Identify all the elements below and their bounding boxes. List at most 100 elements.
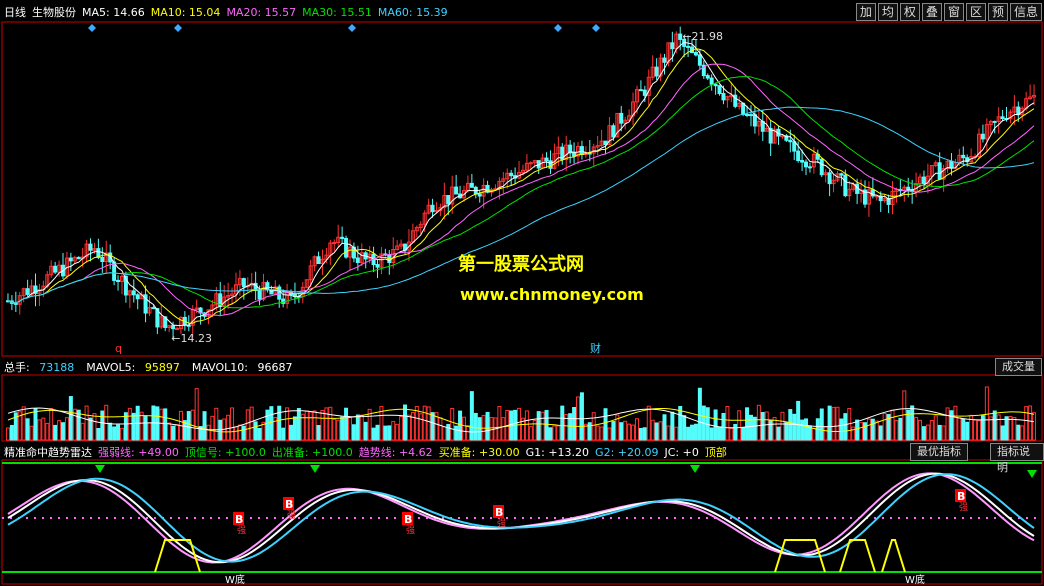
volume-bar	[186, 411, 191, 441]
volume-bar	[72, 408, 77, 441]
volume-bar	[745, 407, 750, 441]
candle-body	[175, 328, 180, 331]
ma-legend-item: MA60: 15.39	[377, 5, 448, 19]
volume-bar	[992, 410, 997, 441]
volume-bar	[249, 406, 254, 441]
volume-bar	[721, 412, 726, 441]
volume-bar	[84, 405, 89, 441]
candle-body	[686, 45, 691, 48]
ma-legend-item: MA20: 15.57	[226, 5, 297, 19]
candle-body	[638, 89, 643, 92]
volume-bar	[347, 417, 352, 441]
volume-bar	[45, 422, 50, 441]
candle-body	[446, 195, 451, 205]
q-marker: q	[115, 342, 122, 355]
volume-bar	[595, 425, 600, 441]
toolbar-button[interactable]: 窗	[943, 3, 964, 21]
candle-body	[717, 85, 722, 95]
candle-body	[151, 307, 156, 310]
volume-bar	[638, 427, 643, 441]
candle-body	[693, 52, 698, 56]
buy-marker: B	[495, 506, 503, 519]
toolbar-button[interactable]: 加	[855, 3, 876, 21]
volume-bar	[477, 417, 482, 441]
volume-bar	[658, 421, 663, 441]
volume-bar	[53, 424, 58, 441]
volume-bar	[717, 426, 722, 441]
candle-body	[579, 146, 584, 156]
candle-body	[792, 141, 797, 152]
volume-bar	[33, 408, 38, 441]
volume-bar	[206, 424, 211, 441]
volume-bar	[941, 425, 946, 441]
candle-body	[135, 294, 140, 300]
indicator-item: 趋势线: +4.62	[358, 446, 433, 459]
candle-body	[13, 302, 18, 305]
volume-bar	[768, 420, 773, 441]
ma-legend-item: MA30: 15.51	[302, 5, 372, 19]
candle-body	[100, 256, 105, 263]
volume-bar	[214, 407, 219, 441]
volume-bar	[556, 425, 561, 441]
volume-bar	[874, 420, 879, 441]
top-signal-icon	[1027, 470, 1037, 478]
volume-bar	[631, 424, 636, 441]
volume-bar	[324, 407, 329, 441]
volume-bar	[823, 426, 828, 441]
candle-body	[340, 236, 345, 239]
candle-body	[88, 243, 93, 251]
main-frame	[1, 21, 1043, 357]
volume-bar	[403, 404, 408, 441]
volume-bar	[674, 426, 679, 441]
volume-bar	[285, 407, 290, 441]
volume-bar	[859, 422, 864, 441]
toolbar-button[interactable]: 均	[877, 3, 898, 21]
toolbar-button[interactable]: 区	[965, 3, 986, 21]
candle-body	[961, 154, 966, 159]
volume-bar	[894, 420, 899, 441]
candle-body	[678, 33, 683, 40]
period-label[interactable]: 日线	[4, 4, 26, 20]
volume-bar	[733, 423, 738, 441]
mavol10-label: MAVOL10:	[191, 360, 248, 374]
volume-bar	[316, 424, 321, 441]
volume-bar	[619, 422, 624, 441]
volume-bar	[230, 407, 235, 441]
volume-bar	[666, 425, 671, 441]
volume-bar	[603, 408, 608, 441]
volume-bar	[351, 424, 356, 441]
top-diamond-icon	[348, 24, 356, 32]
volume-bar	[5, 427, 10, 441]
volume-bar	[949, 410, 954, 441]
volume-bar	[709, 427, 714, 441]
toolbar-button[interactable]: 权	[899, 3, 920, 21]
candle-body	[76, 256, 81, 260]
ma-line	[7, 63, 1035, 317]
volume-bar	[760, 412, 765, 441]
candle-body	[843, 174, 848, 197]
toolbar-button[interactable]: 信息	[1009, 3, 1042, 21]
candle-body	[375, 264, 380, 268]
toolbar-button[interactable]: 预	[987, 3, 1008, 21]
candle-body	[171, 325, 176, 330]
candle-body	[697, 54, 702, 66]
candle-body	[544, 157, 549, 162]
volume-bar	[497, 406, 502, 441]
candle-body	[454, 186, 459, 195]
best-indicator-button[interactable]: 最优指标	[910, 443, 968, 461]
volume-panel-button[interactable]: 成交量	[995, 358, 1042, 376]
volume-bar	[371, 427, 376, 441]
volume-bar	[642, 427, 647, 441]
volume-bar	[796, 400, 801, 441]
volume-bar	[391, 420, 396, 441]
volume-bar	[560, 405, 565, 441]
volume-bar	[296, 408, 301, 441]
volume-bar	[202, 411, 207, 441]
volume-bar	[831, 406, 836, 441]
volume-bar	[788, 409, 793, 441]
zongshou-label: 总手:	[4, 361, 30, 374]
indicator-desc-button[interactable]: 指标说明	[990, 443, 1044, 474]
volume-bar	[827, 405, 832, 441]
toolbar-button[interactable]: 叠	[921, 3, 942, 21]
candle-body	[713, 83, 718, 87]
